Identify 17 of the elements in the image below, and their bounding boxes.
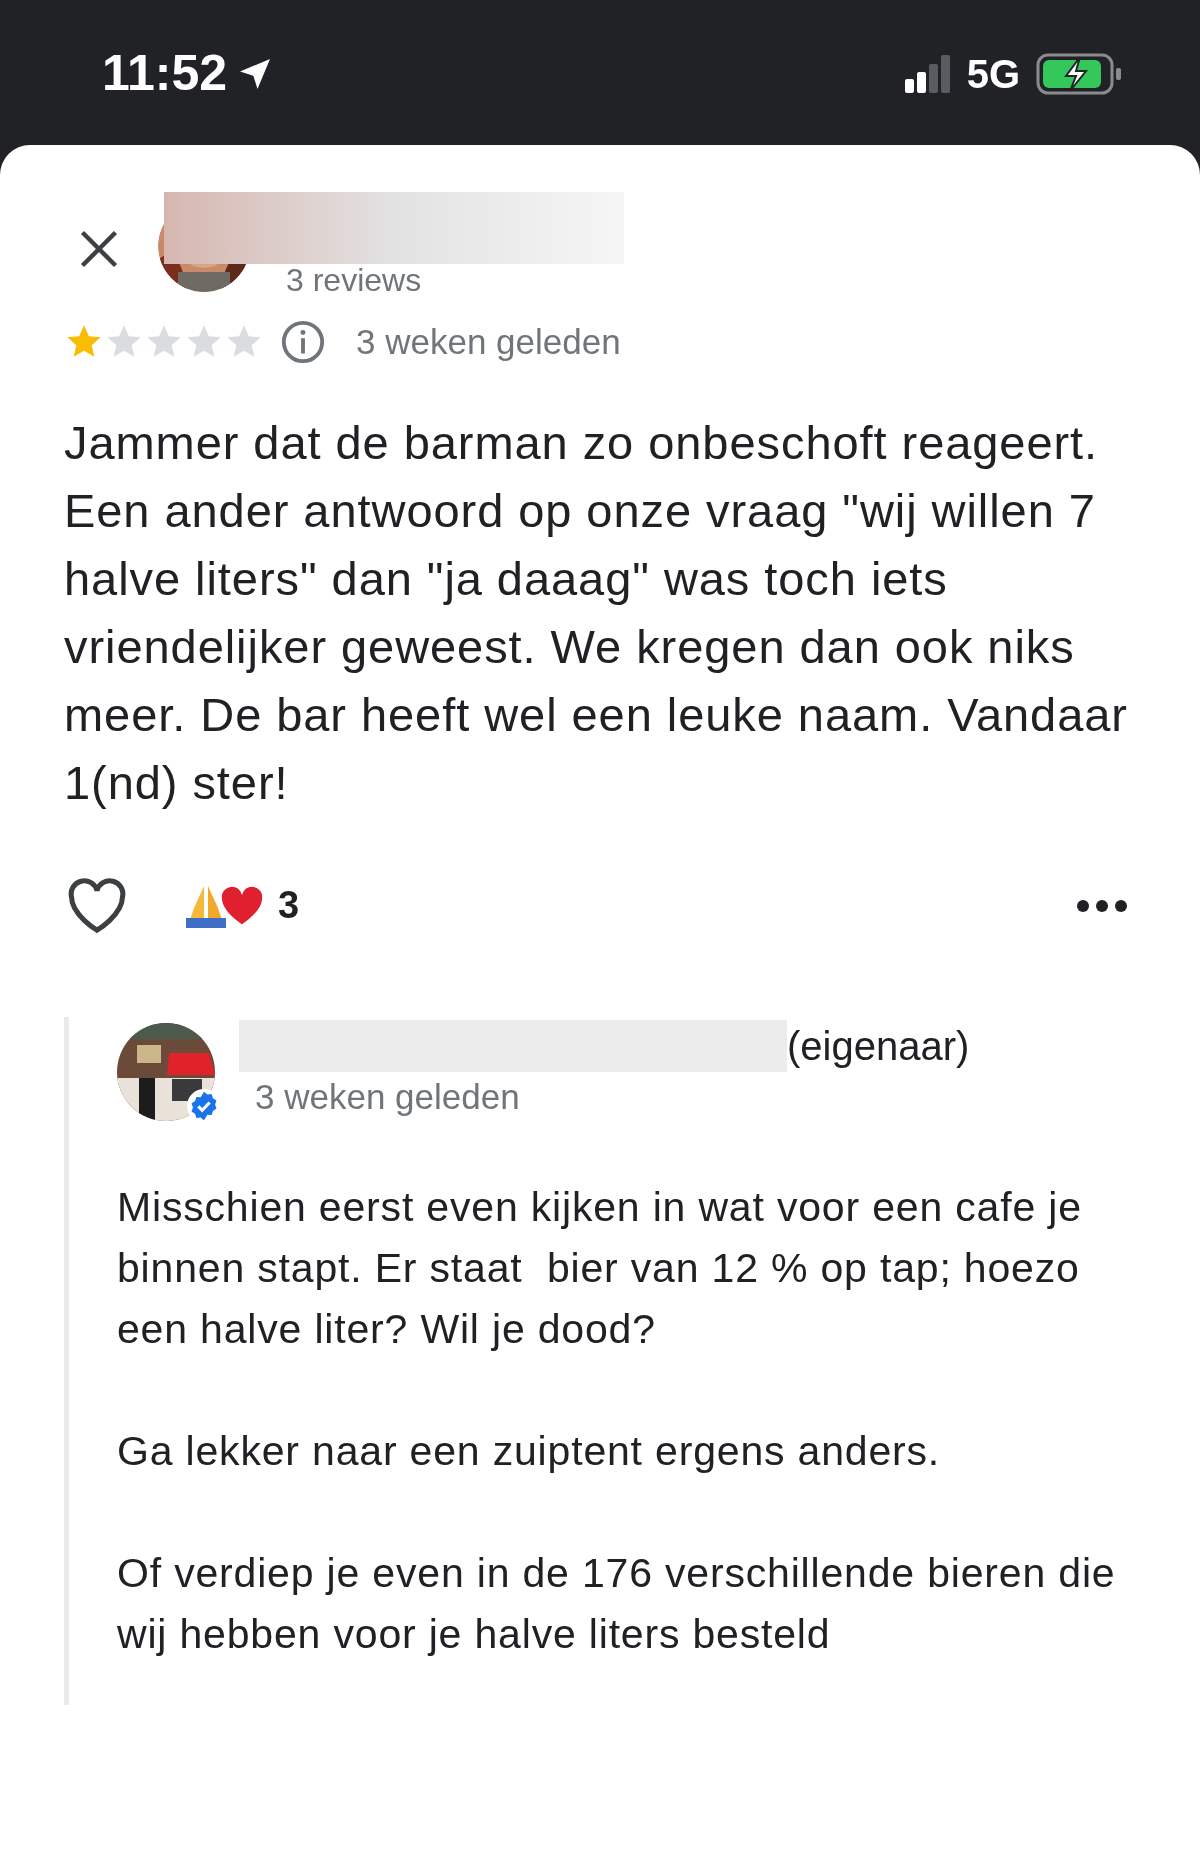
reply-date: 3 weken geleden — [255, 1075, 521, 1118]
reaction-count: 3 — [278, 883, 300, 928]
clock-time: 11:52 — [102, 44, 228, 103]
reply-paragraph: Of verdiep je even in de 176 verschillende bieren die wij hebben voor je halve liters besteld — [117, 1548, 1117, 1659]
signal-icon — [904, 54, 951, 93]
owner-label: (eigenaar) — [787, 1022, 970, 1070]
heart-icon — [220, 885, 264, 926]
network-label: 5G — [966, 50, 1020, 98]
battery-charging-icon — [1036, 52, 1122, 95]
more-icon — [1076, 898, 1128, 913]
info-icon — [280, 319, 326, 366]
reply-paragraph: Ga lekker naar een zuiptent ergens anders. — [117, 1426, 942, 1476]
review-text: Jammer dat de barman zo onbeschoft reageert. Een ander antwoord op onze vraag "wij willen 7 halve liters" dan "ja daaag" was toch iets vriendelijker geweest. We kregen dan ook niks meer. De bar heeft wel een leuke naam. Vandaar 1(nd) ster! — [64, 414, 1129, 811]
reply-paragraph: Misschien eerst even kijken in wat voor een cafe je binnen stapt. Er staat bier van 12 % op tap; hoezo een halve liter? Wil je dood? — [117, 1182, 1083, 1354]
review-date: 3 weken geleden — [356, 321, 621, 363]
heart-outline-icon — [66, 877, 128, 934]
review-count: 3 reviews — [286, 262, 422, 298]
